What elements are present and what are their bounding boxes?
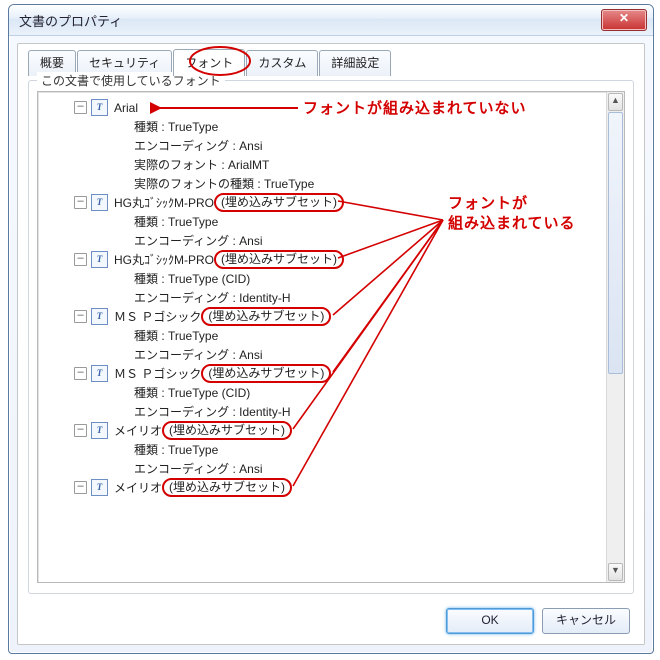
font-name-label: メイリオ <box>114 422 162 439</box>
font-icon: T <box>91 422 108 439</box>
font-detail-row: エンコーディング : Identity-H <box>134 402 606 421</box>
cancel-button[interactable]: キャンセル <box>542 608 630 634</box>
tab-2[interactable]: フォント <box>173 49 245 76</box>
font-detail-row: 種類 : TrueType (CID) <box>134 269 606 288</box>
font-detail-row: エンコーディング : Ansi <box>134 231 606 250</box>
tab-4[interactable]: 詳細設定 <box>319 50 391 76</box>
collapse-toggle-icon[interactable]: – <box>74 196 87 209</box>
collapse-toggle-icon[interactable]: – <box>74 481 87 494</box>
font-icon: T <box>91 479 108 496</box>
font-node[interactable]: –T メイリオ (埋め込みサブセット) <box>74 421 606 440</box>
font-node[interactable]: –T HG丸ｺﾞｼｯｸM-PRO (埋め込みサブセット) <box>74 250 606 269</box>
scrollbar-vertical[interactable]: ▲ ▼ <box>606 92 624 582</box>
close-button[interactable]: ✕ <box>601 9 647 31</box>
font-name-label: Arial <box>114 101 138 115</box>
font-name-label: HG丸ｺﾞｼｯｸM-PRO <box>114 251 214 268</box>
collapse-toggle-icon[interactable]: – <box>74 367 87 380</box>
dialog-button-bar: OK キャンセル <box>446 608 630 634</box>
font-icon: T <box>91 308 108 325</box>
scroll-thumb[interactable] <box>608 112 623 374</box>
font-node[interactable]: –T Arial <box>74 98 606 117</box>
scroll-up-button[interactable]: ▲ <box>608 93 623 111</box>
font-icon: T <box>91 251 108 268</box>
font-name-label: メイリオ <box>114 479 162 496</box>
font-detail-row: エンコーディング : Ansi <box>134 459 606 478</box>
collapse-toggle-icon[interactable]: – <box>74 101 87 114</box>
fonts-groupbox: この文書で使用しているフォント –TArial 種類 : TrueTypeエンコ… <box>28 80 634 594</box>
font-detail-row: 実際のフォント : ArialMT <box>134 155 606 174</box>
font-detail-row: 種類 : TrueType <box>134 440 606 459</box>
font-tree[interactable]: –TArial 種類 : TrueTypeエンコーディング : Ansi実際のフ… <box>38 92 606 582</box>
font-node[interactable]: –T メイリオ (埋め込みサブセット) <box>74 478 606 497</box>
font-node[interactable]: –T HG丸ｺﾞｼｯｸM-PRO (埋め込みサブセット) <box>74 193 606 212</box>
embedded-subset-tag: (埋め込みサブセット) <box>162 421 292 440</box>
font-icon: T <box>91 194 108 211</box>
font-tree-container: –TArial 種類 : TrueTypeエンコーディング : Ansi実際のフ… <box>37 91 625 583</box>
scroll-down-button[interactable]: ▼ <box>608 563 623 581</box>
ok-button[interactable]: OK <box>446 608 534 634</box>
embedded-subset-tag: (埋め込みサブセット) <box>214 250 344 269</box>
font-node[interactable]: –T ＭＳ Ｐゴシック (埋め込みサブセット) <box>74 307 606 326</box>
window-title: 文書のプロパティ <box>19 11 601 30</box>
font-detail-row: 種類 : TrueType (CID) <box>134 383 606 402</box>
font-icon: T <box>91 365 108 382</box>
font-node[interactable]: –T ＭＳ Ｐゴシック (埋め込みサブセット) <box>74 364 606 383</box>
embedded-subset-tag: (埋め込みサブセット) <box>162 478 292 497</box>
font-detail-row: 種類 : TrueType <box>134 326 606 345</box>
titlebar: 文書のプロパティ ✕ <box>9 5 653 36</box>
font-name-label: HG丸ｺﾞｼｯｸM-PRO <box>114 194 214 211</box>
document-properties-dialog: 文書のプロパティ ✕ 概要セキュリティフォントカスタム詳細設定 この文書で使用し… <box>8 4 654 654</box>
dialog-body: 概要セキュリティフォントカスタム詳細設定 この文書で使用しているフォント –TA… <box>17 43 645 645</box>
font-name-label: ＭＳ Ｐゴシック <box>114 365 201 382</box>
tab-3[interactable]: カスタム <box>246 50 318 76</box>
font-icon: T <box>91 99 108 116</box>
font-detail-row: エンコーディング : Ansi <box>134 136 606 155</box>
collapse-toggle-icon[interactable]: – <box>74 310 87 323</box>
embedded-subset-tag: (埋め込みサブセット) <box>201 364 331 383</box>
font-name-label: ＭＳ Ｐゴシック <box>114 308 201 325</box>
font-detail-row: エンコーディング : Identity-H <box>134 288 606 307</box>
embedded-subset-tag: (埋め込みサブセット) <box>214 193 344 212</box>
embedded-subset-tag: (埋め込みサブセット) <box>201 307 331 326</box>
collapse-toggle-icon[interactable]: – <box>74 253 87 266</box>
collapse-toggle-icon[interactable]: – <box>74 424 87 437</box>
font-detail-row: エンコーディング : Ansi <box>134 345 606 364</box>
font-detail-row: 種類 : TrueType <box>134 212 606 231</box>
font-detail-row: 実際のフォントの種類 : TrueType <box>134 174 606 193</box>
font-detail-row: 種類 : TrueType <box>134 117 606 136</box>
